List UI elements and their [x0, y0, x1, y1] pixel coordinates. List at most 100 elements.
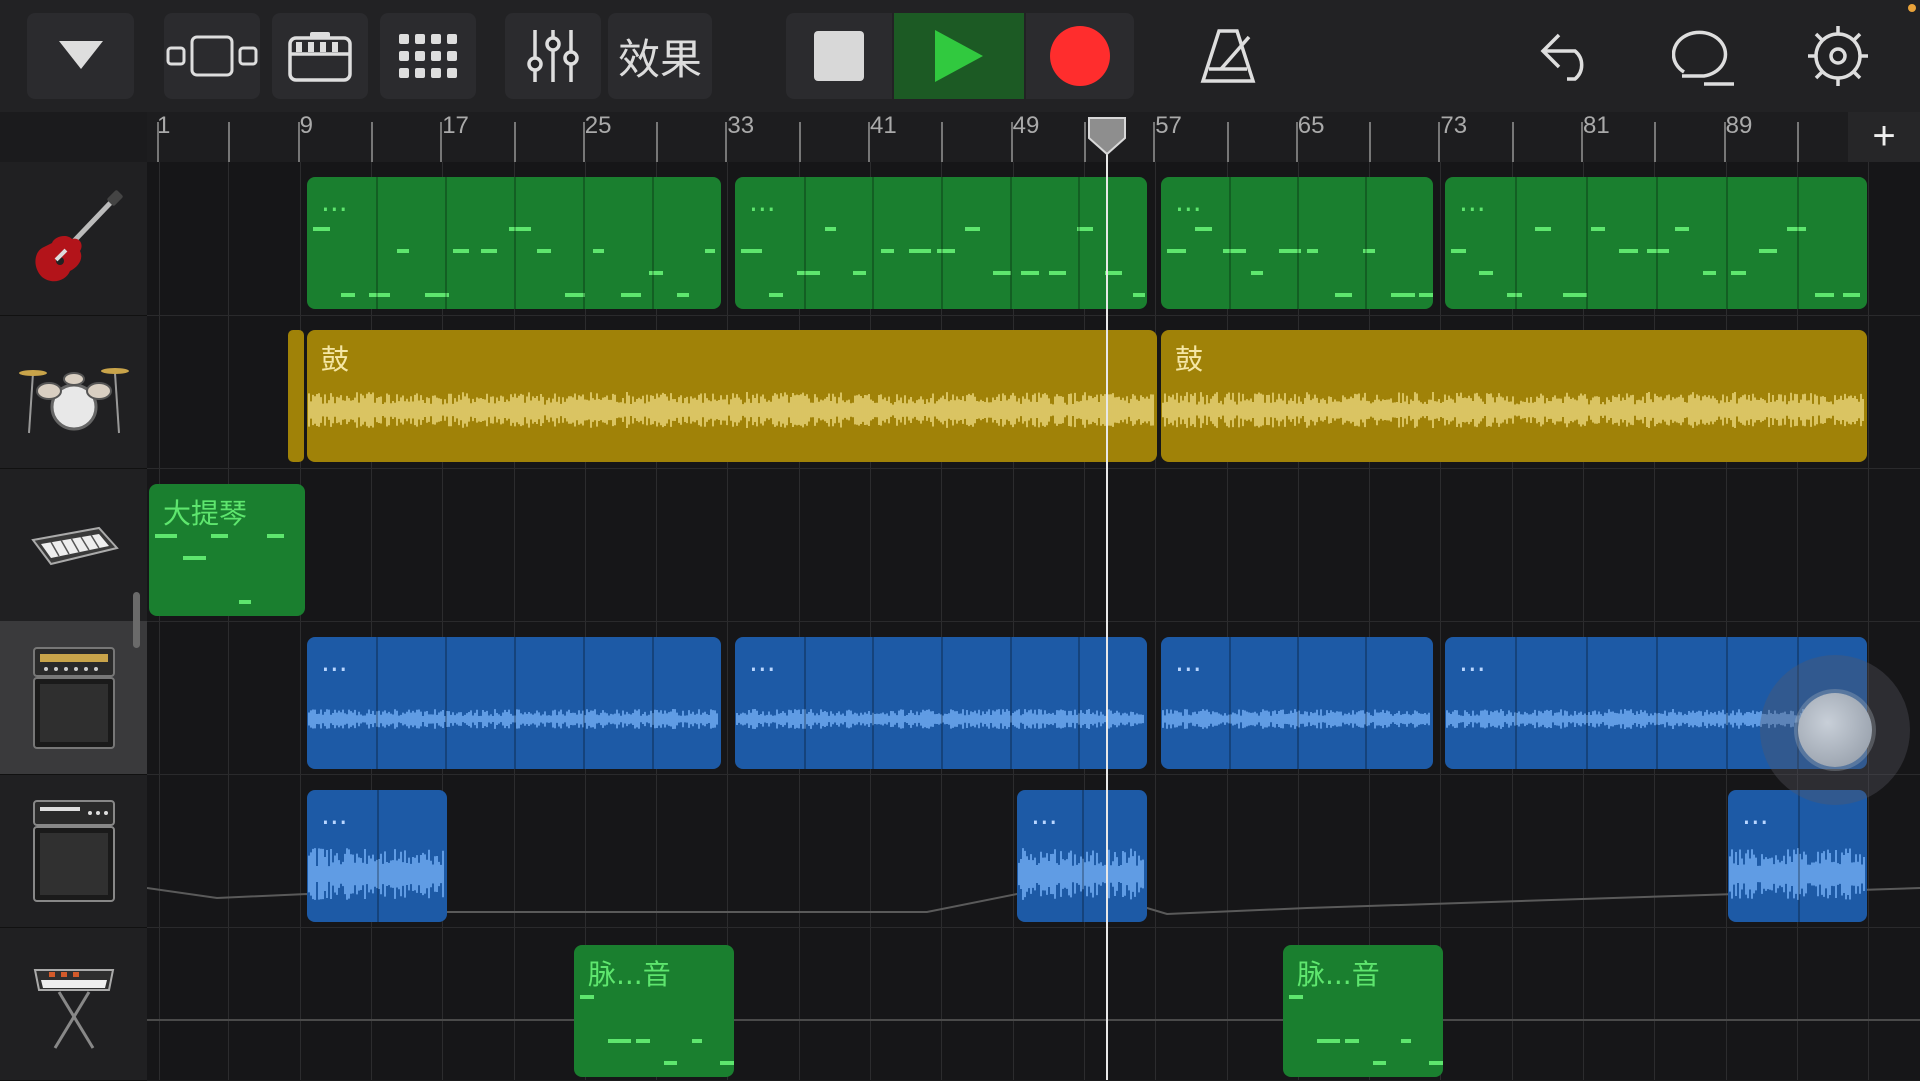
metronome-button[interactable] — [1180, 13, 1276, 99]
midi-region[interactable]: 脉...音 — [1283, 945, 1443, 1077]
loop-divider — [872, 177, 875, 309]
midi-note — [769, 293, 783, 297]
drummer-region[interactable]: 鼓 — [1161, 330, 1867, 462]
loop-divider — [652, 637, 654, 769]
amplifier-icon — [32, 799, 115, 902]
add-track-button[interactable]: + — [1848, 112, 1920, 162]
region-label: ... — [321, 185, 348, 218]
midi-note — [705, 249, 716, 253]
midi-note — [720, 1061, 734, 1065]
midi-note — [369, 293, 391, 297]
loop-divider — [514, 637, 516, 769]
midi-note — [1647, 249, 1670, 253]
midi-note — [1843, 293, 1861, 297]
loop-divider — [1585, 177, 1588, 309]
midi-region[interactable]: 大提琴 — [149, 484, 305, 616]
midi-note — [797, 271, 820, 275]
status-dot — [1908, 4, 1916, 12]
midi-note — [313, 227, 331, 231]
stop-button[interactable] — [786, 13, 892, 99]
drummer-region[interactable]: 鼓 — [307, 330, 1157, 462]
dropdown-button[interactable] — [27, 13, 134, 99]
audio-region[interactable]: ... — [307, 790, 447, 922]
track-header-amp-1[interactable] — [0, 621, 147, 775]
midi-note — [881, 249, 895, 253]
midi-note — [1195, 227, 1213, 231]
settings-button[interactable] — [1790, 13, 1886, 99]
record-button[interactable] — [1026, 13, 1134, 99]
undo-button[interactable] — [1520, 13, 1616, 99]
midi-region[interactable]: 脉...音 — [574, 945, 734, 1077]
midi-note — [1401, 1039, 1411, 1043]
loop-divider — [1515, 637, 1518, 769]
midi-region[interactable]: ... — [735, 177, 1147, 309]
live-loops-icon — [399, 34, 457, 78]
midi-note — [741, 249, 763, 253]
midi-note — [580, 995, 594, 999]
ruler-tick — [582, 122, 585, 162]
ruler-tick — [1654, 122, 1657, 162]
waveform — [1162, 392, 1864, 428]
midi-note — [965, 227, 980, 231]
midi-region[interactable]: ... — [307, 177, 721, 309]
playhead-handle[interactable] — [1087, 116, 1127, 156]
effects-button[interactable]: 效果 — [608, 13, 712, 99]
loop-browser-button[interactable] — [1656, 13, 1752, 99]
bar-number: 73 — [1440, 112, 1468, 139]
vertical-scrollbar[interactable] — [133, 592, 140, 648]
region-label: ... — [1175, 185, 1202, 218]
play-button[interactable] — [894, 13, 1024, 99]
midi-note — [1049, 271, 1067, 275]
ruler-tick — [297, 122, 300, 162]
midi-note — [565, 293, 585, 297]
midi-note — [937, 249, 955, 253]
tracks-area[interactable]: ... ... ... ... 鼓 鼓 大提琴 ... ... ... ... … — [147, 162, 1920, 1080]
audio-region[interactable]: ... — [1017, 790, 1147, 922]
live-loops-button[interactable] — [380, 13, 476, 99]
midi-note — [1317, 1039, 1341, 1043]
dropdown-icon — [58, 41, 103, 69]
mixer-button[interactable] — [505, 13, 601, 99]
loop-divider — [1365, 637, 1367, 769]
midi-note — [1345, 1039, 1359, 1043]
midi-note — [1703, 271, 1717, 275]
midi-note — [1133, 293, 1146, 297]
track-header-synth[interactable] — [0, 927, 147, 1081]
midi-note — [993, 271, 1011, 275]
track-header-guitar[interactable] — [0, 162, 147, 316]
timeline-ruler[interactable]: 1 9 17 25 33 41 49 57 65 73 81 89 — [147, 112, 1920, 163]
midi-region[interactable]: ... — [1161, 177, 1433, 309]
track-header-bass[interactable] — [0, 468, 147, 622]
midi-note — [1619, 249, 1638, 253]
tracks-view-button[interactable] — [164, 13, 260, 99]
track-header-drums[interactable] — [0, 315, 147, 469]
midi-region[interactable]: ... — [1445, 177, 1867, 309]
bar-number: 9 — [299, 112, 313, 139]
audio-region[interactable]: ... — [1728, 790, 1867, 922]
loop-divider — [376, 177, 378, 309]
loop-divider — [583, 637, 585, 769]
drum-region-handle[interactable] — [288, 330, 304, 462]
metronome-icon — [1200, 29, 1256, 83]
instrument-button[interactable] — [272, 13, 368, 99]
ruler-tick — [1581, 122, 1583, 162]
midi-note — [1391, 293, 1415, 297]
loop-divider — [583, 177, 585, 309]
drum-kit-icon — [18, 367, 129, 433]
ruler-tick — [370, 122, 373, 162]
loop-divider — [445, 637, 447, 769]
loop-divider — [1656, 637, 1658, 769]
midi-note — [1251, 271, 1264, 275]
audio-region[interactable]: ... — [1161, 637, 1433, 769]
midi-note — [537, 249, 552, 253]
track-header-amp-2[interactable] — [0, 774, 147, 928]
midi-note — [341, 293, 355, 297]
ruler-tick — [1295, 122, 1298, 162]
audio-region[interactable]: ... — [735, 637, 1147, 769]
midi-note — [664, 1061, 678, 1065]
audio-region[interactable]: ... — [307, 637, 721, 769]
midi-note — [621, 293, 642, 297]
stop-icon — [814, 31, 864, 81]
loop-divider — [377, 790, 379, 922]
midi-note — [1307, 249, 1319, 253]
